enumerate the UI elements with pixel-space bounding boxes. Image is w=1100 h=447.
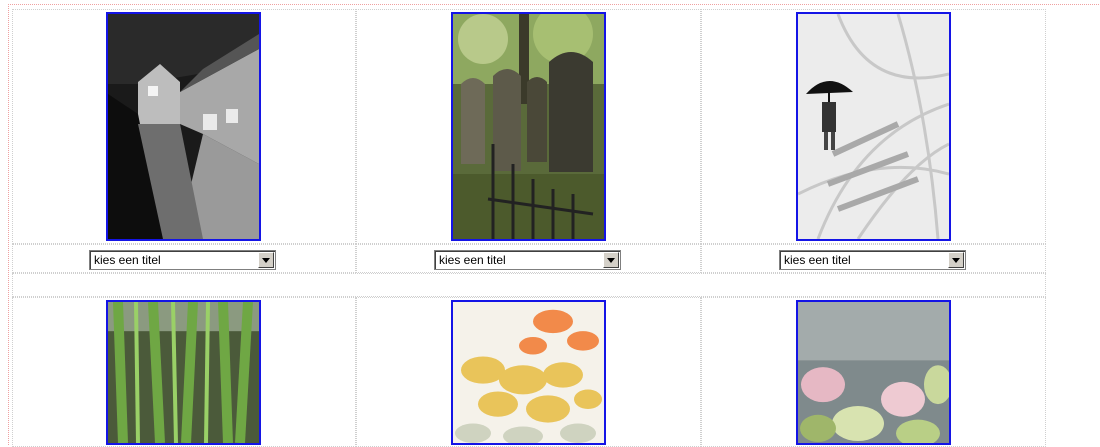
alley-photo-icon[interactable] xyxy=(106,12,261,241)
title-select-value: kies een titel xyxy=(439,253,506,267)
rose-petals-photo-icon[interactable] xyxy=(451,300,606,445)
umbrella-walker-photo-icon[interactable] xyxy=(796,12,951,241)
title-select-value: kies een titel xyxy=(94,253,161,267)
chevron-down-icon[interactable] xyxy=(258,252,274,268)
title-select-1[interactable]: kies een titel xyxy=(89,250,276,270)
pink-flowers-photo-icon[interactable] xyxy=(796,300,951,445)
spacer-row xyxy=(12,273,1046,297)
chevron-down-icon[interactable] xyxy=(603,252,619,268)
title-select-value: kies een titel xyxy=(784,253,851,267)
chevron-down-icon[interactable] xyxy=(948,252,964,268)
graveyard-photo-icon[interactable] xyxy=(451,12,606,241)
title-select-2[interactable]: kies een titel xyxy=(434,250,621,270)
green-stems-photo-icon[interactable] xyxy=(106,300,261,445)
title-select-3[interactable]: kies een titel xyxy=(779,250,966,270)
